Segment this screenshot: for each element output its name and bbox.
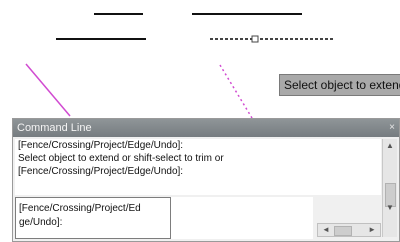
horizontal-scrollbar-thumb[interactable] xyxy=(334,226,352,236)
scroll-left-icon[interactable]: ◄ xyxy=(322,225,330,234)
command-input[interactable]: [Fence/Crossing/Project/Ed ge/Undo]: xyxy=(15,197,171,239)
history-line: [Fence/Crossing/Project/Edge/Undo]: xyxy=(18,166,184,177)
command-input-line: ge/Undo]: xyxy=(19,217,63,228)
scroll-up-icon[interactable]: ▲ xyxy=(386,141,394,150)
scroll-right-icon[interactable]: ► xyxy=(368,225,376,234)
command-line-panel: Command Line × [Fence/Crossing/Project/E… xyxy=(12,118,400,242)
dynamic-input-tooltip: Select object to extend xyxy=(279,74,400,96)
close-icon[interactable]: × xyxy=(389,119,395,137)
extension-preview-line-2 xyxy=(219,64,253,119)
horizontal-scrollbar[interactable]: ◄ ► xyxy=(317,223,381,237)
drawing-canvas[interactable] xyxy=(0,0,400,120)
scroll-down-icon[interactable]: ▼ xyxy=(386,203,394,212)
grip-point[interactable] xyxy=(251,35,259,43)
extension-preview-line-1 xyxy=(25,63,71,117)
history-line: [Fence/Crossing/Project/Edge/Undo]: xyxy=(18,140,184,151)
vertical-scrollbar[interactable]: ▲ ▼ xyxy=(382,139,397,237)
command-line-title: Command Line xyxy=(17,122,92,134)
command-input-line: [Fence/Crossing/Project/Ed xyxy=(19,203,141,214)
command-history: [Fence/Crossing/Project/Edge/Undo]: Sele… xyxy=(15,139,381,195)
history-line: Select object to extend or shift-select … xyxy=(18,153,224,164)
command-input-area[interactable] xyxy=(171,197,313,239)
command-line-titlebar[interactable]: Command Line × xyxy=(13,119,399,137)
